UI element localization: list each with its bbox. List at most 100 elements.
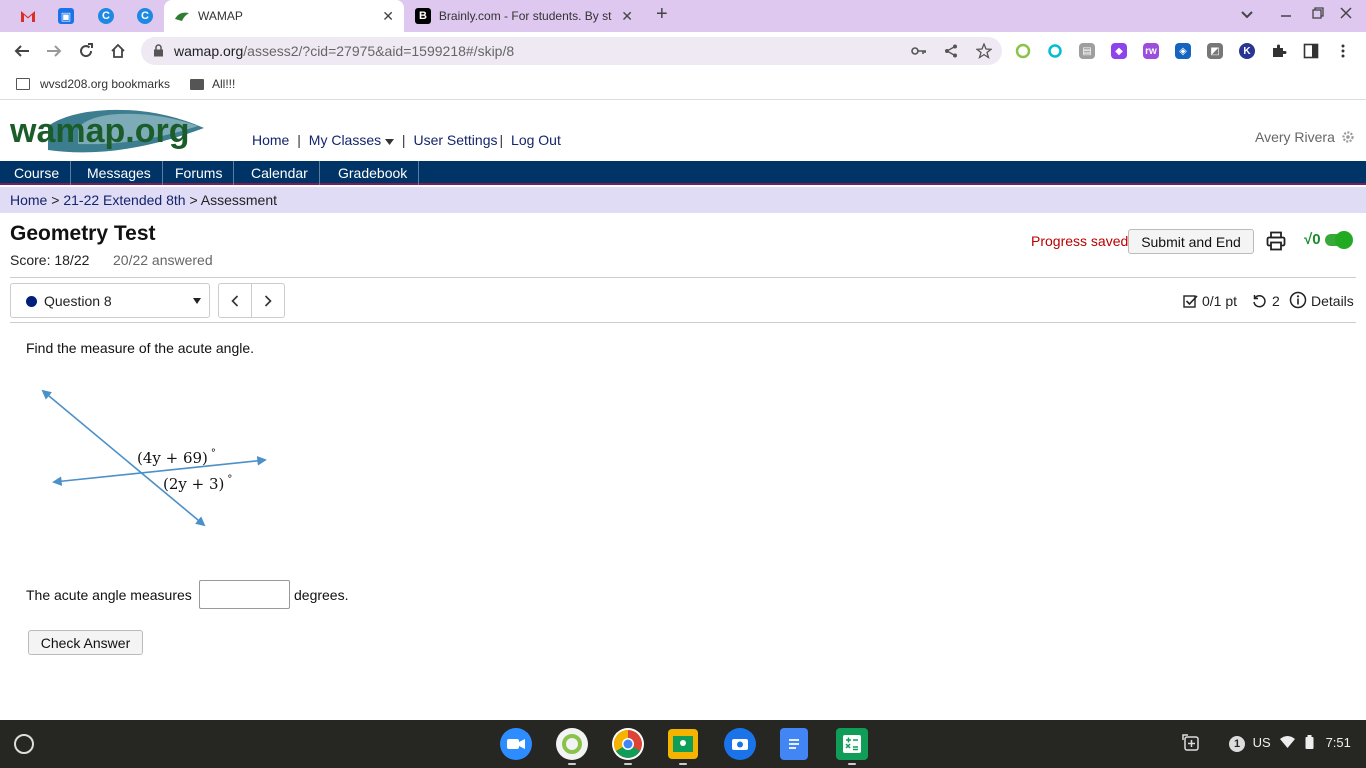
- contacts-icon: ▣: [58, 8, 74, 24]
- nav-forums[interactable]: Forums: [164, 161, 235, 185]
- extension-blue-icon[interactable]: ◈: [1175, 43, 1191, 59]
- bookmark-wvsd208[interactable]: wvsd208.org bookmarks: [16, 77, 170, 91]
- check-answer-button[interactable]: Check Answer: [28, 630, 143, 655]
- gear-icon: [1342, 131, 1354, 143]
- gmail-icon: [21, 10, 35, 22]
- site-header: wamap.org Home | My Classes | User Setti…: [0, 101, 1366, 161]
- nav-course[interactable]: Course: [3, 161, 72, 185]
- classroom-app-icon[interactable]: [668, 729, 698, 759]
- forward-button[interactable]: [43, 40, 65, 62]
- home-link[interactable]: Home: [252, 132, 289, 148]
- minimize-icon[interactable]: [1280, 6, 1292, 22]
- points-info: 0/1 pt: [1183, 293, 1237, 309]
- new-tab-button[interactable]: +: [656, 3, 668, 26]
- clock-time: 7:51: [1325, 735, 1351, 750]
- extensions-puzzle-icon[interactable]: [1271, 43, 1287, 59]
- notification-badge: 1: [1229, 736, 1245, 752]
- divider: [10, 322, 1356, 323]
- breadcrumb-home[interactable]: Home: [10, 192, 47, 208]
- extension-purple-icon[interactable]: ◆: [1111, 43, 1127, 59]
- top-links: Home | My Classes | User Settings | Log O…: [252, 132, 561, 148]
- browser-menu-icon[interactable]: [1335, 43, 1351, 59]
- share-icon[interactable]: [944, 44, 958, 58]
- user-name: Avery Rivera: [1255, 129, 1335, 145]
- bookmarks-bar: wvsd208.org bookmarks All!!!: [0, 70, 1366, 100]
- separator: |: [401, 132, 406, 148]
- question-select-label: Question 8: [44, 293, 112, 309]
- gmail-pinned-tab[interactable]: [14, 4, 42, 28]
- app-running-indicator: [624, 763, 632, 765]
- docs-app-icon[interactable]: [780, 728, 808, 760]
- close-tab-icon[interactable]: ✕: [621, 8, 633, 25]
- chevron-left-icon: [231, 294, 239, 307]
- c-app-pinned-tab-2[interactable]: C: [131, 4, 159, 28]
- home-button[interactable]: [107, 40, 129, 62]
- question-select[interactable]: Question 8: [10, 283, 210, 318]
- browser-toolbar: wamap.org/assess2/?cid=27975&aid=1599218…: [0, 32, 1366, 70]
- zoom-app-icon[interactable]: [500, 728, 532, 760]
- nav-messages[interactable]: Messages: [76, 161, 163, 185]
- lock-icon: [154, 44, 163, 57]
- nav-gradebook[interactable]: Gradebook: [327, 161, 420, 185]
- back-arrow-icon: [14, 45, 29, 57]
- tab-search-icon[interactable]: [1241, 6, 1253, 22]
- answer-input[interactable]: [199, 580, 290, 609]
- url-text: wamap.org/assess2/?cid=27975&aid=1599218…: [174, 43, 514, 59]
- app-running-indicator: [568, 763, 576, 765]
- key-icon[interactable]: [911, 45, 927, 57]
- bookmark-star-icon[interactable]: [976, 43, 992, 59]
- restore-icon[interactable]: [1312, 6, 1324, 22]
- page-title: Geometry Test: [10, 222, 156, 245]
- submit-and-end-button[interactable]: Submit and End: [1128, 229, 1254, 254]
- timer-app-icon[interactable]: [556, 728, 588, 760]
- tab-wamap[interactable]: WAMAP ✕: [164, 0, 404, 32]
- chevron-right-icon: [264, 294, 272, 307]
- c-app-pinned-tab-1[interactable]: C: [92, 4, 120, 28]
- side-panel-icon[interactable]: [1303, 43, 1319, 59]
- reload-button[interactable]: [75, 40, 97, 62]
- camera-app-icon[interactable]: [724, 728, 756, 760]
- address-bar[interactable]: wamap.org/assess2/?cid=27975&aid=1599218…: [141, 37, 1002, 65]
- bookmark-folder-all[interactable]: All!!!: [190, 77, 235, 91]
- app-running-indicator: [679, 763, 687, 765]
- launcher-icon[interactable]: [14, 734, 34, 754]
- url-host: wamap.org: [174, 43, 244, 59]
- extension-stack-icon[interactable]: ▤: [1079, 43, 1095, 59]
- user-menu[interactable]: Avery Rivera: [1255, 129, 1355, 145]
- extension-k-icon[interactable]: K: [1239, 43, 1255, 59]
- calculator-app-icon[interactable]: [836, 728, 868, 760]
- extension-loop-icon[interactable]: [1047, 43, 1063, 59]
- os-shelf: 1 US 7:51: [0, 720, 1366, 768]
- status-tray[interactable]: 1 US 7:51: [1229, 735, 1351, 752]
- my-classes-link[interactable]: My Classes: [309, 132, 395, 148]
- close-window-icon[interactable]: [1340, 6, 1352, 22]
- classroom-pinned-tab[interactable]: ▣: [52, 4, 80, 28]
- wamap-favicon-icon: [175, 12, 189, 21]
- next-question-button[interactable]: [251, 283, 285, 318]
- previous-question-button[interactable]: [218, 283, 252, 318]
- clipboard-tray-icon[interactable]: [1182, 734, 1200, 755]
- extension-timer-icon[interactable]: [1015, 43, 1031, 59]
- breadcrumb-course[interactable]: 21-22 Extended 8th: [63, 192, 185, 208]
- extension-flag-icon[interactable]: ◩: [1207, 43, 1223, 59]
- back-button[interactable]: [11, 40, 33, 62]
- tab-brainly[interactable]: B Brainly.com - For students. By st ✕: [405, 0, 643, 32]
- svg-text:wamap.org: wamap.org: [9, 112, 189, 150]
- nav-calendar[interactable]: Calendar: [240, 161, 320, 185]
- close-tab-icon[interactable]: ✕: [382, 8, 394, 25]
- details-label: Details: [1311, 293, 1354, 309]
- print-button[interactable]: [1266, 231, 1286, 256]
- log-out-link[interactable]: Log Out: [511, 132, 561, 148]
- math-entry-toggle[interactable]: √0: [1304, 230, 1353, 249]
- folder-icon: [190, 78, 204, 90]
- details-button[interactable]: Details: [1289, 291, 1354, 309]
- extension-rw-icon[interactable]: rw: [1143, 43, 1159, 59]
- main-navigation: Course Messages Forums Calendar Gradeboo…: [0, 161, 1366, 185]
- brainly-favicon-icon: B: [415, 8, 431, 24]
- bookmark-label: wvsd208.org bookmarks: [40, 77, 171, 91]
- answer-suffix: degrees.: [294, 587, 349, 603]
- bookmark-label: All!!!: [212, 77, 236, 91]
- wamap-logo[interactable]: wamap.org: [8, 106, 208, 156]
- user-settings-link[interactable]: User Settings: [413, 132, 497, 148]
- chrome-app-icon[interactable]: [612, 728, 644, 760]
